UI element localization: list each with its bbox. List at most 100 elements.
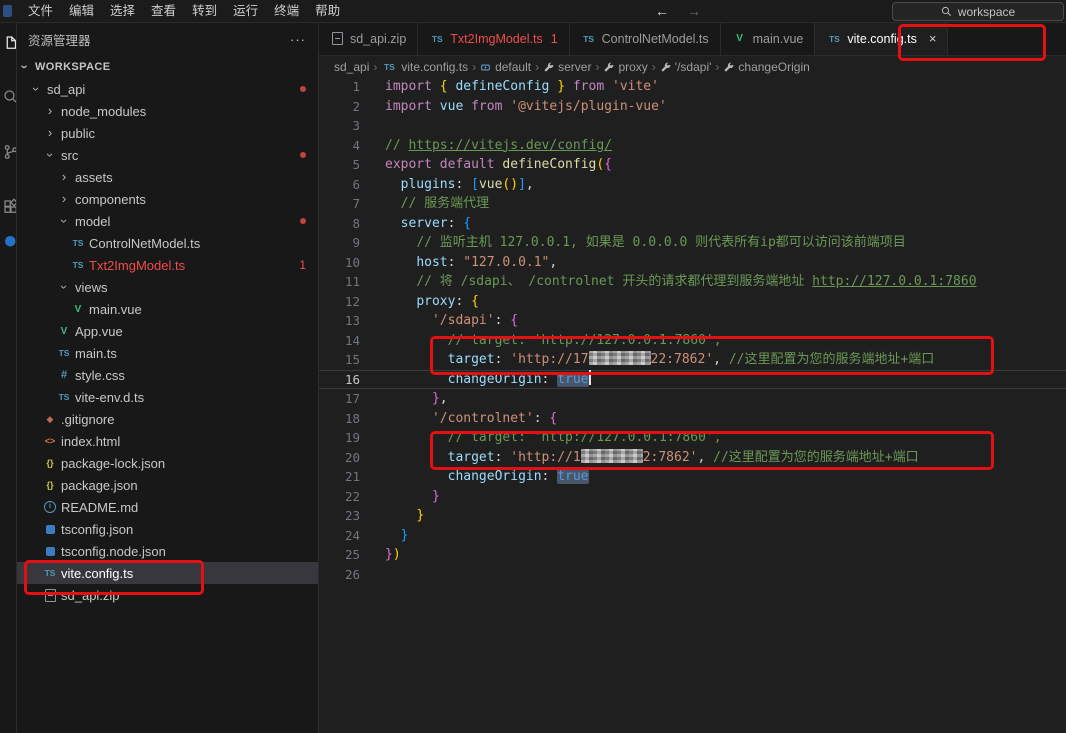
code-line-1[interactable]: 1import { defineConfig } from 'vite' xyxy=(318,77,1066,97)
tree-item-sd-api[interactable]: ›sd_api xyxy=(16,78,318,100)
menu-item-[interactable]: 编辑 xyxy=(61,0,102,22)
code-line-26[interactable]: 26 xyxy=(318,565,1066,585)
breadcrumb-item-proxy[interactable]: proxy xyxy=(603,60,647,74)
tree-item-main-vue[interactable]: Vmain.vue xyxy=(16,298,318,320)
close-tab-icon[interactable]: × xyxy=(929,32,937,45)
tree-item-gitignore[interactable]: ◆.gitignore xyxy=(16,408,318,430)
menu-item-[interactable]: 转到 xyxy=(184,0,225,22)
back-arrow-icon[interactable]: ← xyxy=(655,3,669,19)
tree-item-vite-config-ts[interactable]: TSvite.config.ts xyxy=(16,562,318,584)
breadcrumb-item-sd-api[interactable]: sd_api xyxy=(334,60,369,74)
code-line-19[interactable]: 19 // target: 'http://127.0.0.1:7860', xyxy=(318,428,1066,448)
line-number[interactable]: 23 xyxy=(318,506,360,526)
line-number[interactable]: 25 xyxy=(318,545,360,565)
code-line-15[interactable]: 15 target: 'http://1722:7862', //这里配置为您的… xyxy=(318,350,1066,370)
code-line-13[interactable]: 13 '/sdapi': { xyxy=(318,311,1066,331)
tree-item-public[interactable]: ›public xyxy=(16,122,318,144)
line-number[interactable]: 13 xyxy=(318,311,360,331)
code-line-25[interactable]: 25}) xyxy=(318,545,1066,565)
forward-arrow-icon[interactable]: → xyxy=(687,3,701,19)
breadcrumb-item-vite-config-ts[interactable]: TSvite.config.ts xyxy=(381,56,468,78)
line-number[interactable]: 9 xyxy=(318,233,360,253)
tab-vite-config-ts[interactable]: TSvite.config.ts× xyxy=(815,22,948,55)
menu-item-[interactable]: 运行 xyxy=(225,0,266,22)
code-editor[interactable]: 1import { defineConfig } from 'vite'2imp… xyxy=(318,77,1066,733)
menu-item-[interactable]: 文件 xyxy=(20,0,61,22)
code-line-8[interactable]: 8 server: { xyxy=(318,214,1066,234)
tree-item-main-ts[interactable]: TSmain.ts xyxy=(16,342,318,364)
line-number[interactable]: 7 xyxy=(318,194,360,214)
tree-item-node-modules[interactable]: ›node_modules xyxy=(16,100,318,122)
extensions-icon[interactable] xyxy=(2,198,17,218)
tree-item-style-css[interactable]: #style.css xyxy=(16,364,318,386)
breadcrumb-item-changeorigin[interactable]: changeOrigin xyxy=(723,60,809,74)
menu-item-[interactable]: 查看 xyxy=(143,0,184,22)
breadcrumb-item-default[interactable]: default xyxy=(480,60,531,74)
menu-item-[interactable]: 帮助 xyxy=(307,0,348,22)
line-number[interactable]: 10 xyxy=(318,253,360,273)
code-line-24[interactable]: 24 } xyxy=(318,526,1066,546)
more-actions-icon[interactable]: ··· xyxy=(290,32,306,47)
line-number[interactable]: 22 xyxy=(318,487,360,507)
line-number[interactable]: 3 xyxy=(318,116,360,136)
tree-item-views[interactable]: ›views xyxy=(16,276,318,298)
line-number[interactable]: 21 xyxy=(318,467,360,487)
breadcrumb-item-server[interactable]: server xyxy=(543,60,591,74)
tree-item-package-lock-json[interactable]: {}package-lock.json xyxy=(16,452,318,474)
tree-item-model[interactable]: ›model xyxy=(16,210,318,232)
line-number[interactable]: 18 xyxy=(318,409,360,429)
line-number[interactable]: 11 xyxy=(318,272,360,292)
code-line-4[interactable]: 4// https://vitejs.dev/config/ xyxy=(318,136,1066,156)
tab-txt2imgmodel-ts[interactable]: TSTxt2ImgModel.ts1 xyxy=(418,22,569,55)
line-number[interactable]: 15 xyxy=(318,350,360,370)
line-number[interactable]: 4 xyxy=(318,136,360,156)
code-line-9[interactable]: 9 // 监听主机 127.0.0.1, 如果是 0.0.0.0 则代表所有ip… xyxy=(318,233,1066,253)
tree-item-txt2imgmodel-ts[interactable]: TSTxt2ImgModel.ts1 xyxy=(16,254,318,276)
tree-item-vite-env-d-ts[interactable]: TSvite-env.d.ts xyxy=(16,386,318,408)
line-number[interactable]: 1 xyxy=(318,77,360,97)
code-line-12[interactable]: 12 proxy: { xyxy=(318,292,1066,312)
tree-item-tsconfig-json[interactable]: tsconfig.json xyxy=(16,518,318,540)
line-number[interactable]: 6 xyxy=(318,175,360,195)
tree-item-assets[interactable]: ›assets xyxy=(16,166,318,188)
tab-sd-api-zip[interactable]: sd_api.zip xyxy=(318,22,418,55)
code-line-14[interactable]: 14 // target: 'http://127.0.0.1:7860', xyxy=(318,331,1066,351)
code-line-22[interactable]: 22 } xyxy=(318,487,1066,507)
menu-item-[interactable]: 选择 xyxy=(102,0,143,22)
source-control-icon[interactable] xyxy=(2,143,17,163)
tree-item-package-json[interactable]: {}package.json xyxy=(16,474,318,496)
search-icon[interactable] xyxy=(2,88,17,108)
code-line-6[interactable]: 6 plugins: [vue()], xyxy=(318,175,1066,195)
files-icon[interactable] xyxy=(2,34,17,54)
line-number[interactable]: 20 xyxy=(318,448,360,468)
code-line-18[interactable]: 18 '/controlnet': { xyxy=(318,409,1066,429)
line-number[interactable]: 14 xyxy=(318,331,360,351)
tree-item-workspace[interactable]: ›WORKSPACE xyxy=(16,56,318,78)
tab-controlnetmodel-ts[interactable]: TSControlNetModel.ts xyxy=(570,22,721,55)
code-line-17[interactable]: 17 }, xyxy=(318,389,1066,409)
line-number[interactable]: 2 xyxy=(318,97,360,117)
tree-item-readme-md[interactable]: iREADME.md xyxy=(16,496,318,518)
line-number[interactable]: 8 xyxy=(318,214,360,234)
code-line-16[interactable]: 16 changeOrigin: true xyxy=(318,370,1066,390)
remote-indicator-icon[interactable] xyxy=(2,233,17,253)
code-line-7[interactable]: 7 // 服务端代理 xyxy=(318,194,1066,214)
line-number[interactable]: 5 xyxy=(318,155,360,175)
tree-item-controlnetmodel-ts[interactable]: TSControlNetModel.ts xyxy=(16,232,318,254)
line-number[interactable]: 12 xyxy=(318,292,360,312)
line-number[interactable]: 17 xyxy=(318,389,360,409)
command-center-search[interactable]: workspace xyxy=(892,2,1064,21)
tree-item-tsconfig-node-json[interactable]: tsconfig.node.json xyxy=(16,540,318,562)
code-line-20[interactable]: 20 target: 'http://12:7862', //这里配置为您的服务… xyxy=(318,448,1066,468)
code-line-23[interactable]: 23 } xyxy=(318,506,1066,526)
breadcrumb-item-sdapi[interactable]: '/sdapi' xyxy=(660,60,712,74)
line-number[interactable]: 19 xyxy=(318,428,360,448)
code-line-3[interactable]: 3 xyxy=(318,116,1066,136)
code-line-2[interactable]: 2import vue from '@vitejs/plugin-vue' xyxy=(318,97,1066,117)
line-number[interactable]: 16 xyxy=(318,370,360,390)
tree-item-sd-api-zip[interactable]: sd_api.zip xyxy=(16,584,318,606)
menu-item-[interactable]: 终端 xyxy=(266,0,307,22)
code-line-5[interactable]: 5export default defineConfig({ xyxy=(318,155,1066,175)
tree-item-src[interactable]: ›src xyxy=(16,144,318,166)
code-line-21[interactable]: 21 changeOrigin: true xyxy=(318,467,1066,487)
